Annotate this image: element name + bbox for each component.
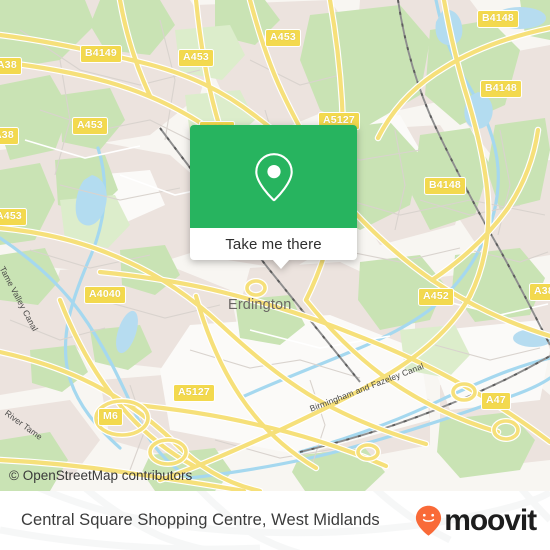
road-shield: B4148: [477, 10, 519, 28]
moovit-wordmark: moovit: [444, 503, 537, 537]
location-title: Central Square Shopping Centre, West Mid…: [21, 511, 380, 529]
road-shield: A38: [0, 127, 19, 145]
road-shield: A38: [529, 283, 550, 301]
moovit-logo[interactable]: moovit: [415, 503, 537, 537]
footer-bar: Central Square Shopping Centre, West Mid…: [0, 491, 550, 550]
road-shield: B4148: [424, 177, 466, 195]
callout-action-bar[interactable]: Take me there: [190, 228, 357, 260]
road-shield: M6: [98, 408, 123, 426]
moovit-map-page: B4148 A453 B4149 A453 A38 B4148 A453 A5127 A453 A…: [0, 0, 550, 550]
take-me-there-callout[interactable]: Take me there: [190, 125, 357, 269]
road-shield: A38: [0, 57, 22, 75]
road-shield: A4040: [84, 286, 126, 304]
road-shield: A453: [178, 49, 214, 67]
callout-header: [190, 125, 357, 228]
road-shield: A453: [72, 117, 108, 135]
map-viewport[interactable]: B4148 A453 B4149 A453 A38 B4148 A453 A5127 A453 A…: [0, 0, 550, 491]
take-me-there-label: Take me there: [225, 235, 322, 253]
road-shield: A453: [0, 208, 27, 226]
road-shield: A5127: [173, 384, 215, 402]
road-shield: B4149: [80, 45, 122, 63]
callout-pointer: [272, 259, 290, 269]
location-pin-icon: [254, 152, 293, 201]
road-shield: A453: [265, 29, 301, 47]
place-label: Erdington: [228, 297, 292, 313]
road-shield: A452: [418, 288, 454, 306]
moovit-smiley-pin-icon: [416, 505, 442, 536]
road-shield: A47: [481, 392, 511, 410]
road-shield: B4148: [480, 80, 522, 98]
openstreetmap-attribution[interactable]: © OpenStreetMap contributors: [9, 468, 192, 483]
